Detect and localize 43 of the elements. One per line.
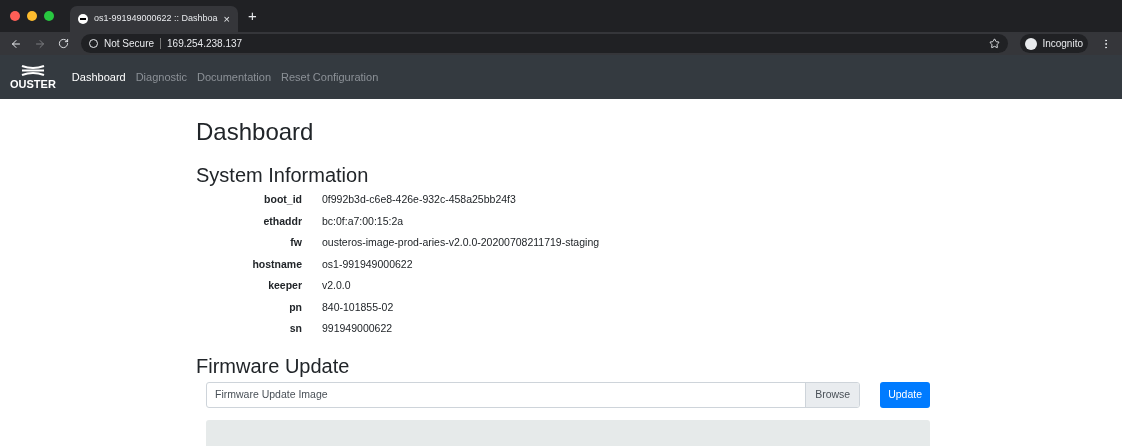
star-icon[interactable]	[989, 38, 1001, 49]
tab-title: os1-991949000622 :: Dashboa	[94, 12, 218, 26]
info-key: keeper	[196, 275, 302, 297]
security-label: Not Secure	[104, 37, 155, 51]
minimize-window-icon[interactable]	[27, 11, 37, 21]
file-input-field[interactable]: Firmware Update Image Browse	[206, 381, 861, 408]
favicon-icon	[78, 14, 88, 24]
info-key: sn	[196, 318, 302, 340]
logo-mark-icon	[20, 64, 45, 77]
info-value: v2.0.0	[322, 278, 352, 293]
new-tab-button[interactable]: +	[248, 4, 257, 28]
info-key: boot_id	[196, 189, 302, 211]
info-value: ousteros-image-prod-aries-v2.0.0-20200708211719-staging	[322, 235, 601, 250]
close-window-icon[interactable]	[10, 11, 20, 21]
brand-name: OUSTER	[10, 79, 56, 90]
info-value: 0f992b3d-c6e8-426e-932c-458a25bb24f3	[322, 192, 517, 207]
nav-link[interactable]: Reset Configuration	[281, 68, 379, 86]
section-title: System Information	[196, 163, 370, 187]
url-field[interactable]: Not Secure 169.254.238.137	[81, 34, 1009, 53]
info-value: os1-991949000622	[322, 256, 414, 272]
browser-tab[interactable]: os1-991949000622 :: Dashboa ×	[70, 6, 239, 32]
tab-close-button[interactable]: ×	[223, 10, 231, 28]
nav-link[interactable]: Dashboard	[71, 68, 126, 86]
nav-link[interactable]: Documentation	[197, 68, 272, 86]
page-title: Dashboard	[196, 117, 315, 147]
info-key: hostname	[196, 253, 302, 275]
update-button[interactable]: Update	[880, 381, 930, 408]
ouster-logo[interactable]: OUSTER	[10, 64, 56, 90]
maximize-window-icon[interactable]	[44, 11, 54, 21]
info-value: 840-101855-02	[322, 299, 395, 315]
info-key: fw	[196, 232, 302, 254]
reload-icon[interactable]	[58, 38, 69, 49]
section-title: Firmware Update	[196, 353, 351, 378]
info-key: ethaddr	[196, 210, 302, 232]
nav-link[interactable]: Diagnostic	[135, 68, 188, 86]
url-text: 169.254.238.137	[167, 37, 244, 51]
browse-button[interactable]: Browse	[805, 382, 860, 407]
info-value: bc:0f:a7:00:15:2a	[322, 213, 405, 229]
profile-button[interactable]: Incognito	[1020, 34, 1088, 53]
file-placeholder: Firmware Update Image	[214, 386, 329, 402]
back-icon[interactable]	[10, 37, 22, 50]
info-key: pn	[196, 296, 302, 318]
info-value: 991949000622	[322, 321, 394, 336]
